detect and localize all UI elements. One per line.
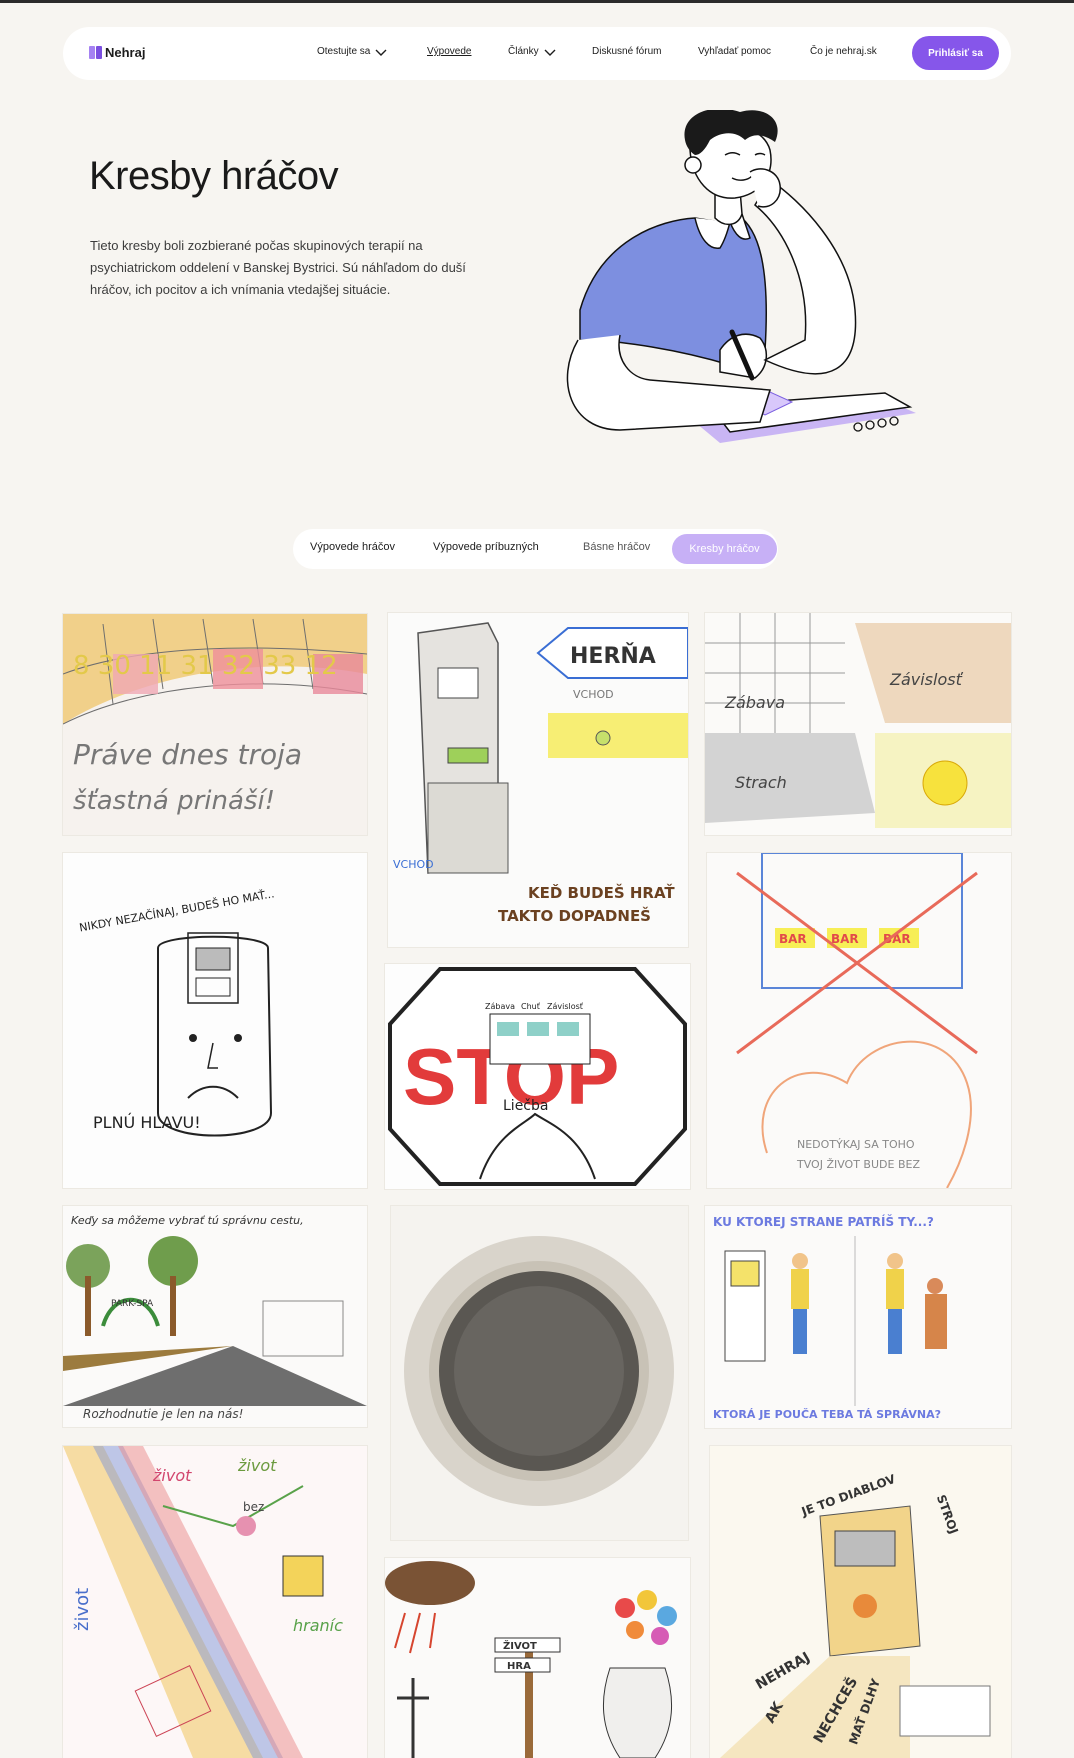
drawing-text: HRA: [507, 1661, 531, 1672]
nav-co-je-nehraj[interactable]: Čo je nehraj.sk: [810, 46, 877, 57]
drawing-roulette-image: 8 30 11 31 32 33 12 Práve dnes troja šťa…: [63, 614, 367, 835]
drawing-text: šťastná prináší!: [73, 786, 275, 816]
drawing-text: VCHOD: [573, 688, 614, 701]
drawing-head-image: NIKDY NEZAČÍNAJ, BUDEŠ HO MAŤ... PLNÚ HL…: [63, 853, 367, 1188]
drawing-text: KTORÁ JE POUČA TEBA TÁ SPRÁVNA?: [713, 1408, 941, 1421]
drawing-stop[interactable]: STOP Liečba Zábava Chuť Závislosť: [385, 964, 690, 1189]
page-title: Kresby hráčov: [89, 154, 339, 198]
drawing-text: Závislosť: [889, 670, 964, 689]
chevron-down-icon: [544, 49, 556, 56]
top-border: [0, 0, 1074, 3]
nav-label: Čo je nehraj.sk: [810, 46, 877, 57]
drawing-text: Strach: [735, 773, 787, 792]
drawing-text: Keďy sa môžeme vybrať tú správnu cestu,: [71, 1214, 304, 1227]
nav-label: Otestujte sa: [317, 46, 371, 57]
drawing-text: TAKTO DOPADNEŠ: [498, 906, 651, 925]
drawing-head[interactable]: NIKDY NEZAČÍNAJ, BUDEŠ HO MAŤ... PLNÚ HL…: [63, 853, 367, 1188]
drawing-text: KEĎ BUDEŠ HRAŤ: [528, 883, 675, 902]
drawing-text: Zábava: [724, 693, 785, 712]
nav-vypovede[interactable]: Výpovede: [427, 46, 471, 57]
drawing-text: Práve dnes troja: [73, 738, 302, 771]
drawing-road-image: Keďy sa môžeme vybrať tú správnu cestu, …: [63, 1206, 367, 1427]
drawing-text: bez: [243, 1500, 264, 1514]
drawing-text: hraníc: [293, 1616, 343, 1635]
login-button[interactable]: Prihlásiť sa: [912, 36, 999, 70]
hero-description: Tieto kresby boli zozbierané počas skupi…: [90, 238, 466, 297]
drawing-text: život: [152, 1466, 192, 1485]
drawing-text: život: [72, 1588, 93, 1631]
drawing-text: PLNÚ HLAVU!: [93, 1113, 201, 1132]
tab-basne-hracov[interactable]: Básne hráčov: [583, 541, 650, 553]
drawing-text: Chuť: [521, 1002, 540, 1011]
logo-text: Nehraj: [105, 45, 146, 60]
drawing-bar[interactable]: BAR BAR BAR NEDOTÝKAJ SA TOHO TVOJ ŽIVOT…: [707, 853, 1011, 1188]
nav-label: Vyhľadať pomoc: [698, 46, 772, 57]
drawing-life-image: život život bez život hraníc: [63, 1446, 367, 1758]
drawing-map[interactable]: Zábava Závislosť Strach: [705, 613, 1011, 835]
drawing-map-image: Zábava Závislosť Strach: [705, 613, 1011, 835]
drawing-text: TVOJ ŽIVOT BUDE BEZ: [796, 1158, 920, 1171]
drawing-text: Zábava: [485, 1002, 515, 1011]
drawing-crossroads[interactable]: ŽIVOT HRA: [385, 1558, 690, 1758]
drawing-which-side-image: KU KTOREJ STRANE PATRÍŠ TY...? KTORÁ JE …: [705, 1206, 1011, 1428]
chevron-down-icon: [375, 49, 387, 56]
drawing-text: ŽIVOT: [503, 1639, 537, 1652]
nav-vyhladat-pomoc[interactable]: Vyhľadať pomoc: [698, 46, 771, 57]
drawing-which-side[interactable]: KU KTOREJ STRANE PATRÍŠ TY...? KTORÁ JE …: [705, 1206, 1011, 1428]
drawings-tabs: Výpovede hráčov Výpovede príbuzných Básn…: [293, 529, 778, 569]
drawing-numbers: 8 30 11 31 32 33 12: [73, 651, 338, 681]
drawing-text: VCHOD: [393, 858, 434, 871]
drawing-eclipse-image: [391, 1206, 688, 1540]
drawing-crossroads-image: ŽIVOT HRA: [385, 1558, 690, 1758]
drawing-herna-image: HERŇA VCHOD VCHOD KEĎ BUDEŠ HRAŤ TAKTO D…: [388, 613, 688, 947]
navbar: Nehraj Otestujte sa Výpovede Články Disk…: [63, 27, 1011, 80]
drawing-eclipse[interactable]: [391, 1206, 688, 1540]
drawing-stop-image: STOP Liečba Zábava Chuť Závislosť: [385, 964, 690, 1189]
nav-label: Výpovede: [427, 46, 472, 57]
nav-otestujte-sa[interactable]: Otestujte sa: [317, 46, 388, 57]
drawing-text: PARK-SPA: [111, 1299, 154, 1309]
drawing-text: život: [237, 1456, 277, 1475]
tab-kresby-hracov[interactable]: Kresby hráčov: [672, 534, 777, 564]
drawing-road[interactable]: Keďy sa môžeme vybrať tú správnu cestu, …: [63, 1206, 367, 1427]
drawing-text: Liečba: [503, 1098, 548, 1114]
drawing-text: Závislosť: [547, 1002, 583, 1011]
nav-label: Diskusné fórum: [592, 46, 662, 57]
drawing-text: Rozhodnutie je len na nás!: [83, 1407, 243, 1421]
tab-vypovede-hracov[interactable]: Výpovede hráčov: [310, 541, 395, 553]
nav-clanky[interactable]: Články: [508, 46, 557, 57]
drawing-life[interactable]: život život bez život hraníc: [63, 1446, 367, 1758]
nav-label: Články: [508, 46, 539, 57]
drawing-text: NEDOTÝKAJ SA TOHO: [797, 1138, 915, 1151]
nav-diskusne-forum[interactable]: Diskusné fórum: [592, 46, 661, 57]
logo[interactable]: Nehraj: [89, 45, 145, 60]
tab-vypovede-pribuznych[interactable]: Výpovede príbuzných: [433, 541, 539, 553]
drawing-bar-image: BAR BAR BAR NEDOTÝKAJ SA TOHO TVOJ ŽIVOT…: [707, 853, 1011, 1188]
drawing-text: HERŇA: [570, 643, 656, 669]
logo-icon: [89, 46, 102, 59]
drawing-roulette[interactable]: 8 30 11 31 32 33 12 Práve dnes troja šťa…: [63, 614, 367, 835]
drawing-text: BAR: [831, 932, 859, 946]
thinking-man-illustration: [566, 110, 916, 443]
drawing-text: KU KTOREJ STRANE PATRÍŠ TY...?: [713, 1214, 934, 1229]
drawing-herna[interactable]: HERŇA VCHOD VCHOD KEĎ BUDEŠ HRAŤ TAKTO D…: [388, 613, 688, 947]
drawing-devil-machine-image: JE TO DIABLOV STROJ NEHRAJ AK NECHCEŠ MA…: [710, 1446, 1011, 1758]
drawing-devil-machine[interactable]: JE TO DIABLOV STROJ NEHRAJ AK NECHCEŠ MA…: [710, 1446, 1011, 1758]
drawing-text: BAR: [779, 932, 807, 946]
